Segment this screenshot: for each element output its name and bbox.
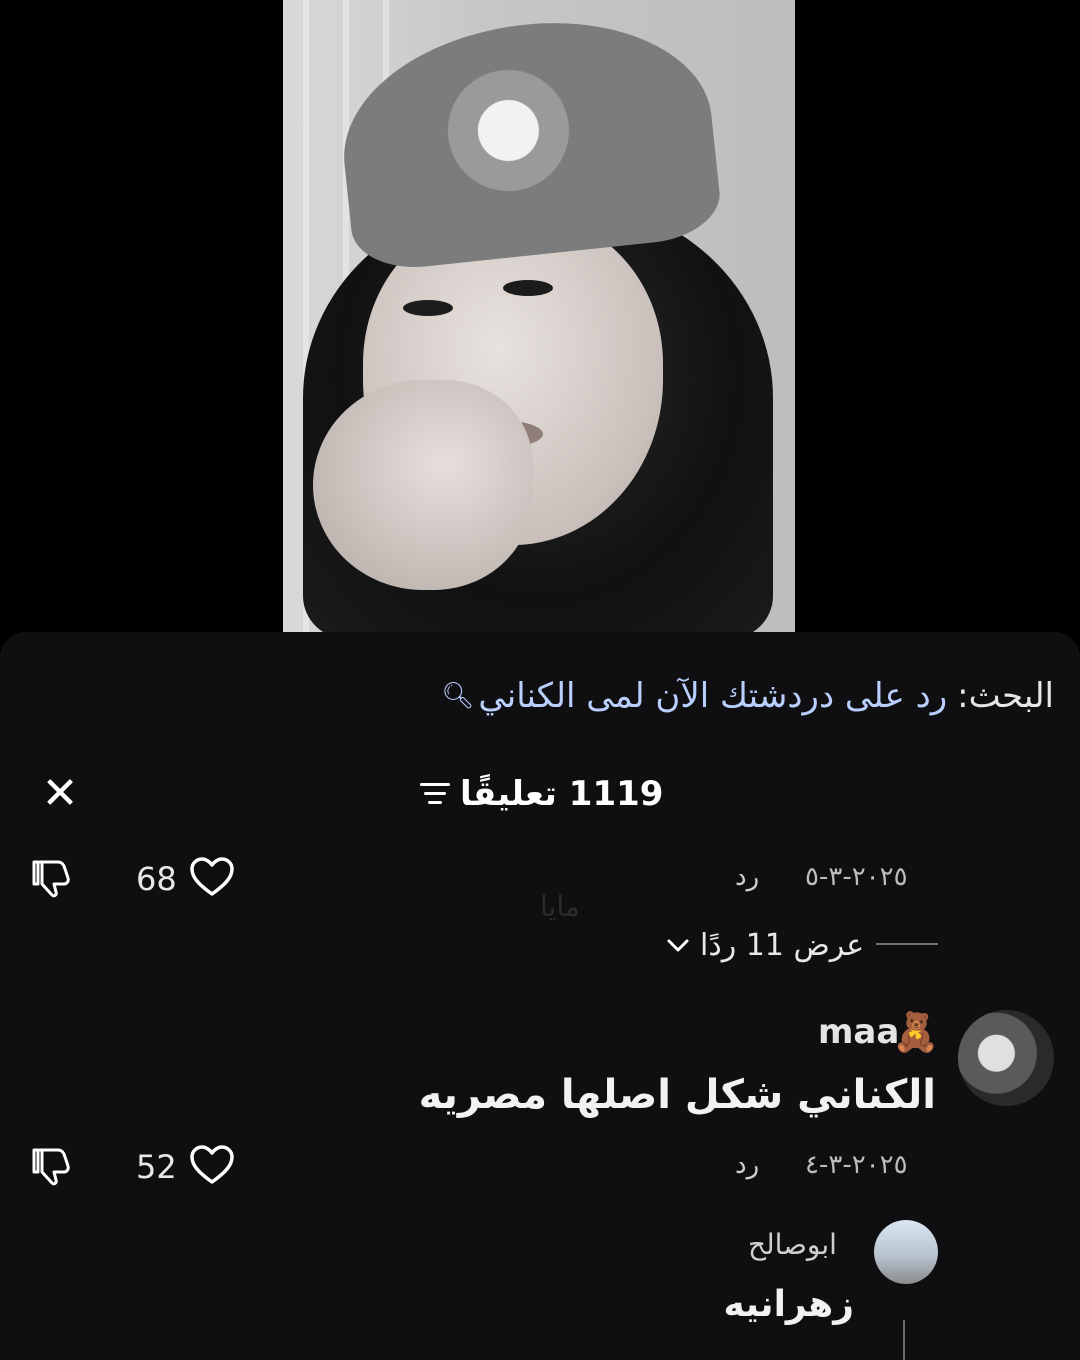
watermark: مايا [540, 890, 580, 923]
dislike-icon[interactable] [30, 854, 78, 902]
comments-panel: البحث: رد على دردشتك الآن لمى الكناني 🔍︎… [0, 632, 1080, 1360]
comment-text: الكناني شكل اصلها مصريه [418, 1072, 936, 1118]
dislike-icon[interactable] [30, 1142, 78, 1190]
search-icon[interactable]: 🔍︎ [441, 681, 474, 711]
eye [403, 300, 453, 316]
replies-divider [876, 943, 938, 945]
filter-icon[interactable] [420, 783, 450, 805]
bandana [331, 6, 725, 274]
thread-line [903, 1320, 905, 1360]
chevron-down-icon[interactable] [665, 932, 691, 958]
close-icon[interactable]: ✕ [38, 772, 82, 816]
like-count: 52 [136, 1148, 177, 1186]
username[interactable]: ابوصالح [748, 1228, 837, 1261]
search-query[interactable]: رد على دردشتك الآن لمى الكناني [478, 676, 947, 716]
view-replies-button[interactable]: عرض 11 ردًا [700, 928, 864, 963]
search-label: البحث: [957, 676, 1054, 716]
eye [503, 280, 553, 296]
reply-button[interactable]: رد [735, 1150, 759, 1180]
hand [313, 380, 533, 590]
avatar[interactable] [958, 1010, 1054, 1106]
video-frame[interactable] [283, 0, 795, 632]
view-replies-row[interactable]: عرض 11 ردًا [0, 928, 1080, 968]
search-suggestion[interactable]: البحث: رد على دردشتك الآن لمى الكناني 🔍︎ [441, 676, 1054, 716]
username[interactable]: maa [818, 1012, 899, 1052]
video-area[interactable] [0, 0, 1080, 632]
like-count: 68 [136, 860, 177, 898]
heart-icon[interactable] [188, 1142, 236, 1190]
reply-button[interactable]: رد [735, 862, 759, 892]
comments-header: ✕ 1119 تعليقًا [0, 772, 1080, 822]
avatar[interactable] [874, 1220, 938, 1284]
comment-date: ٢٠٢٥-٣-٥ [805, 862, 908, 892]
comments-count: 1119 تعليقًا [420, 774, 663, 814]
heart-icon[interactable] [188, 854, 236, 902]
comments-count-label: 1119 تعليقًا [460, 774, 664, 814]
comment-date: ٢٠٢٥-٣-٤ [805, 1150, 908, 1180]
comment-actions: 52 رد ٢٠٢٥-٣-٤ [0, 1142, 1080, 1192]
comment-text: زهرانيه [723, 1284, 854, 1325]
